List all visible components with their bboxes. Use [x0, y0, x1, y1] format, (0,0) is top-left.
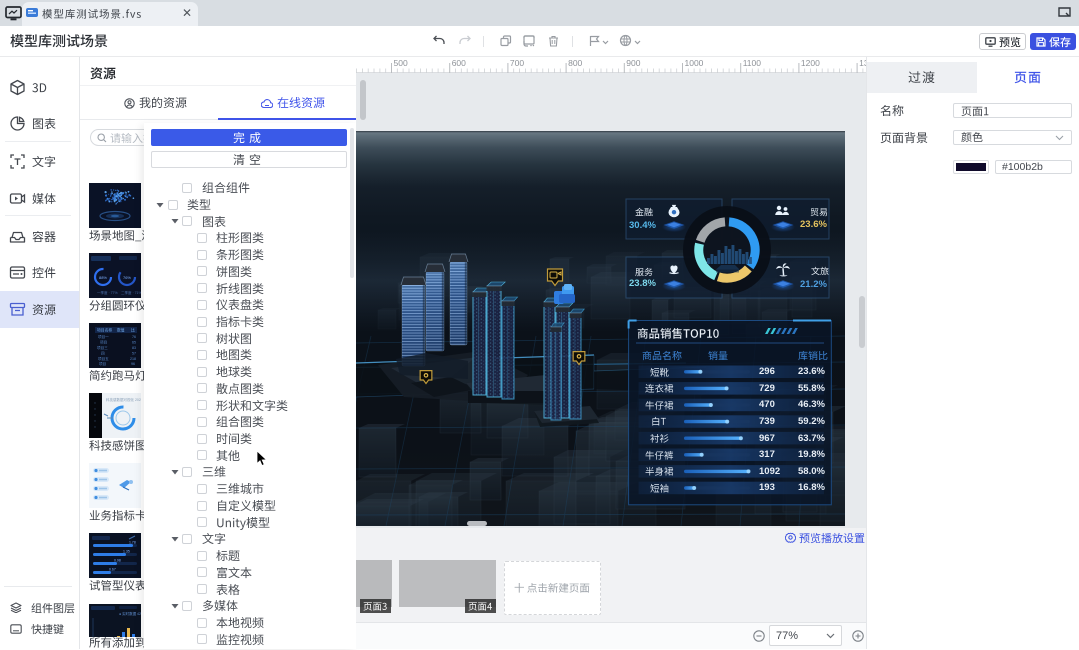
- svg-text:76%: 76%: [123, 275, 131, 280]
- svg-text:76: 76: [132, 335, 136, 339]
- svg-text:600: 600: [452, 58, 466, 68]
- svg-text:1100: 1100: [743, 58, 762, 68]
- svg-text:● 实时数据 42: ● 实时数据 42: [119, 611, 141, 616]
- svg-text:数值: 数值: [117, 328, 125, 333]
- svg-text:四: 四: [101, 352, 105, 356]
- svg-text:1200: 1200: [801, 58, 820, 68]
- svg-text:一季度 · 77%: 一季度 · 77%: [97, 290, 118, 295]
- svg-text:700: 700: [510, 58, 524, 68]
- svg-text:1.35: 1.35: [123, 550, 130, 554]
- svg-text:科技感数据可视化 2023: 科技感数据可视化 2023: [106, 397, 141, 402]
- svg-text:0.98: 0.98: [114, 559, 121, 563]
- svg-text:96: 96: [131, 362, 135, 366]
- svg-text:项目一: 项目一: [98, 334, 109, 339]
- svg-text:项目三: 项目三: [97, 345, 108, 350]
- svg-text:二季度 · 71%: 二季度 · 71%: [121, 290, 141, 295]
- svg-text:65: 65: [132, 341, 136, 345]
- svg-text:项目: 项目: [99, 361, 106, 366]
- svg-text:83: 83: [132, 346, 136, 350]
- svg-text:218: 218: [130, 357, 136, 361]
- svg-text:1300: 1300: [859, 58, 866, 68]
- svg-text:500: 500: [394, 58, 408, 68]
- svg-text:1000: 1000: [685, 58, 704, 68]
- svg-text:57: 57: [132, 352, 136, 356]
- svg-text:项目名称: 项目名称: [97, 328, 112, 333]
- svg-text:1.78: 1.78: [129, 541, 136, 545]
- svg-text:比: 比: [131, 328, 135, 333]
- svg-text:项目: 项目: [100, 340, 107, 345]
- svg-text:88%: 88%: [99, 275, 107, 280]
- svg-text:0.67: 0.67: [109, 568, 116, 572]
- svg-text:800: 800: [568, 58, 582, 68]
- svg-text:项目五: 项目五: [98, 356, 109, 361]
- svg-text:900: 900: [626, 58, 640, 68]
